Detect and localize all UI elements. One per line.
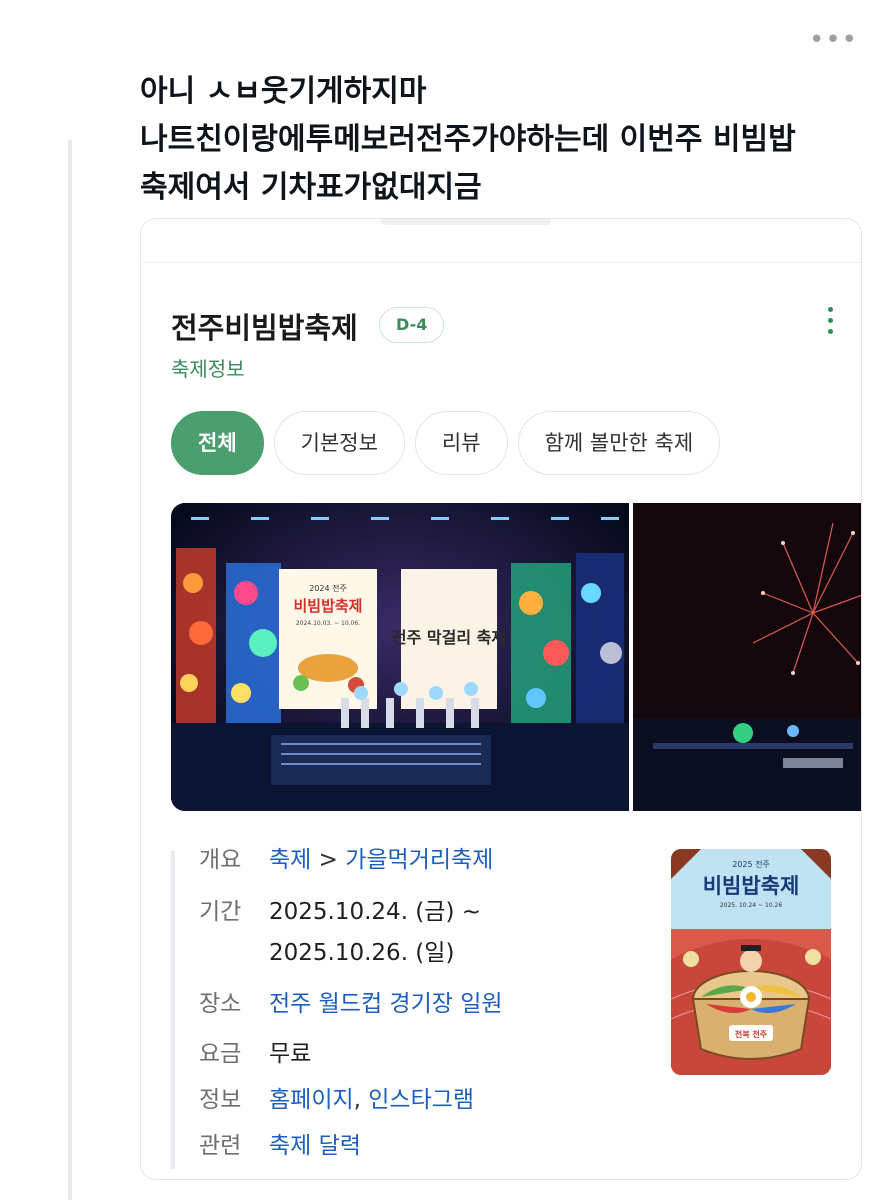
homepage-link[interactable]: 홈페이지 <box>269 1087 354 1113</box>
stage-photo[interactable]: 2024 전주 비빔밥축제 2024.10.03. ~ 10.06. 전주 막걸… <box>171 503 629 811</box>
stage-poster1-dates: 2024.10.03. ~ 10.06. <box>296 620 360 627</box>
stage-poster1-title: 비빔밥축제 <box>293 597 362 615</box>
overview-value: 축제 > 가을먹거리축제 <box>269 843 493 877</box>
festival-poster[interactable]: 2025 전주 비빔밥축제 2025. 10.24 ~ 10.26 전북 전주 <box>671 849 831 1075</box>
place-label: 장소 <box>199 991 242 1017</box>
info-divider <box>171 851 175 1169</box>
tab-related-festivals[interactable]: 함께 볼만한 축제 <box>517 411 721 475</box>
period-end: 2025.10.26. (일) <box>269 940 455 966</box>
kebab-menu-icon[interactable] <box>825 307 835 337</box>
info-label: 정보 <box>199 1087 242 1113</box>
period-start: 2025.10.24. (금) ~ <box>269 899 481 925</box>
links-value: 홈페이지, 인스타그램 <box>269 1083 474 1117</box>
stage-poster1-year: 2024 전주 <box>309 583 347 593</box>
poster-title: 비빔밥축제 <box>703 874 800 898</box>
post-line: 나트친이랑에투메보러전주가야하는데 이번주 비빔밥 <box>140 122 796 157</box>
festival-card: 전주비빔밥축제 D-4 축제정보 전체 기본정보 리뷰 함께 볼만한 축제 20… <box>140 218 862 1180</box>
post-text: 아니 ㅅㅂ웃기게하지마 나트친이랑에투메보러전주가야하는데 이번주 비빔밥 축제… <box>140 68 870 212</box>
festival-title[interactable]: 전주비빔밥축제 <box>171 305 358 347</box>
festival-poster-image: 2025 전주 비빔밥축제 2025. 10.24 ~ 10.26 전북 전주 <box>671 849 831 1075</box>
post-line: 아니 ㅅㅂ웃기게하지마 <box>140 74 427 109</box>
overview-link-festival[interactable]: 축제 <box>269 847 311 873</box>
tab-all[interactable]: 전체 <box>171 411 264 475</box>
overview-link-category[interactable]: 가을먹거리축제 <box>345 847 493 873</box>
dday-badge: D-4 <box>379 307 445 343</box>
instagram-link[interactable]: 인스타그램 <box>368 1087 474 1113</box>
card-top-strip <box>141 219 861 263</box>
tab-basic-info[interactable]: 기본정보 <box>273 411 405 475</box>
fireworks-photo[interactable] <box>633 503 861 811</box>
festival-calendar-link[interactable]: 축제 달력 <box>269 1129 361 1163</box>
tab-reviews[interactable]: 리뷰 <box>414 411 508 475</box>
tab-bar: 전체 기본정보 리뷰 함께 볼만한 축제 <box>171 411 721 475</box>
fireworks-photo-image <box>633 503 861 811</box>
stage-poster2-title: 전주 막걸리 축제 <box>392 628 506 647</box>
period-label: 기간 <box>199 899 242 925</box>
festival-subtitle: 축제정보 <box>171 357 245 381</box>
stage-photo-image: 2024 전주 비빔밥축제 2024.10.03. ~ 10.06. 전주 막걸… <box>171 503 629 811</box>
fee-label: 요금 <box>199 1041 242 1067</box>
place-link[interactable]: 전주 월드컵 경기장 일원 <box>269 987 503 1021</box>
related-label: 관련 <box>199 1133 242 1159</box>
photo-carousel[interactable]: 2024 전주 비빔밥축제 2024.10.03. ~ 10.06. 전주 막걸… <box>171 503 861 811</box>
overview-label: 개요 <box>199 847 242 873</box>
poster-dates: 2025. 10.24 ~ 10.26 <box>720 902 782 909</box>
poster-year: 2025 전주 <box>732 859 770 869</box>
more-options-icon[interactable]: ••• <box>809 27 858 53</box>
thread-line <box>68 140 72 1200</box>
fee-value: 무료 <box>269 1041 312 1067</box>
poster-badge: 전북 전주 <box>735 1029 768 1039</box>
links-separator: , <box>353 1087 369 1113</box>
post-line: 축제여서 기차표가없대지금 <box>140 170 482 205</box>
overview-separator: > <box>311 847 346 873</box>
